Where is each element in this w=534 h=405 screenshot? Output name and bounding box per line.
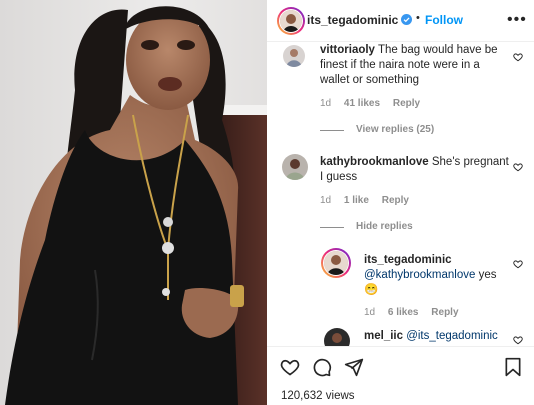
post-actions: 120,632 views [267,346,534,405]
post-side-panel: its_tegadominic • Follow ••• vittoriaoly… [267,0,534,405]
reply-likes[interactable]: 6 likes [388,307,419,318]
comment-text: vittoriaoly The bag would have be finest… [320,43,520,88]
comment-line: The bag would have be [377,44,498,56]
reply-text: its_tegadominic @kathybrookmanlove yes 😁 [364,253,514,298]
comment-line: finest if the naira note were in a [320,59,480,71]
comment-likes[interactable]: 1 like [344,195,369,206]
reply-like-icon[interactable] [513,259,523,269]
reply-line: yes [478,269,497,281]
comment-text: kathybrookmanlove She's pregnant I guess [320,155,520,185]
comment-reply-button[interactable]: Reply [382,195,409,206]
reply-text: mel_iic @its_tegadominic [364,329,514,344]
view-replies-line [320,130,344,131]
video-frame-illustration [0,0,267,405]
comment-avatar[interactable] [283,45,305,67]
follow-button[interactable]: Follow [425,13,463,27]
post-header: its_tegadominic • Follow ••• [267,0,534,42]
separator-dot: • [416,12,420,24]
hide-replies-line [320,227,344,228]
comment-line: I guess [320,171,358,183]
comments-list[interactable]: vittoriaoly The bag would have be finest… [267,43,534,346]
comment-likes[interactable]: 41 likes [344,98,380,109]
verified-badge-icon [401,14,412,25]
grin-emoji: 😁 [364,284,379,296]
reply-mention[interactable]: @its_tegadominic [406,330,498,342]
reply-username[interactable]: mel_iic [364,330,403,342]
comment-avatar[interactable] [282,154,308,180]
comment-reply-button[interactable]: Reply [393,98,420,109]
comment-username[interactable]: kathybrookmanlove [320,156,429,168]
reply-reply-button[interactable]: Reply [431,307,458,318]
comment-like-icon[interactable] [513,52,523,62]
comment-bubble-icon[interactable] [312,357,332,377]
view-replies-button[interactable]: View replies (25) [356,124,434,135]
views-count: 120,632 views [281,390,355,402]
reply-avatar[interactable] [321,248,351,278]
header-username[interactable]: its_tegadominic [307,13,398,27]
comment-meta: 1d 41 likes Reply [320,98,430,109]
comment-time: 1d [320,195,332,206]
reply-username[interactable]: its_tegadominic [364,254,452,266]
bookmark-icon[interactable] [503,357,523,377]
reply-avatar[interactable] [324,328,350,346]
heart-icon[interactable] [280,357,300,377]
paper-plane-icon[interactable] [344,357,364,377]
hide-replies-button[interactable]: Hide replies [356,221,413,232]
instagram-post-viewer: its_tegadominic • Follow ••• vittoriaoly… [0,0,534,405]
reply-time: 1d [364,307,376,318]
comment-like-icon[interactable] [513,162,523,172]
reply-mention[interactable]: @kathybrookmanlove [364,269,475,281]
more-options-icon[interactable]: ••• [507,11,527,29]
reply-like-icon[interactable] [513,335,523,345]
comment-meta: 1d 1 like Reply [320,195,419,206]
comment-line: She's pregnant [431,156,509,168]
comment-time: 1d [320,98,332,109]
comment-username[interactable]: vittoriaoly [320,44,375,56]
post-video[interactable] [0,0,267,405]
reply-meta: 1d 6 likes Reply [364,307,469,318]
comment-line: wallet or something [320,74,420,86]
header-avatar[interactable] [277,7,305,35]
